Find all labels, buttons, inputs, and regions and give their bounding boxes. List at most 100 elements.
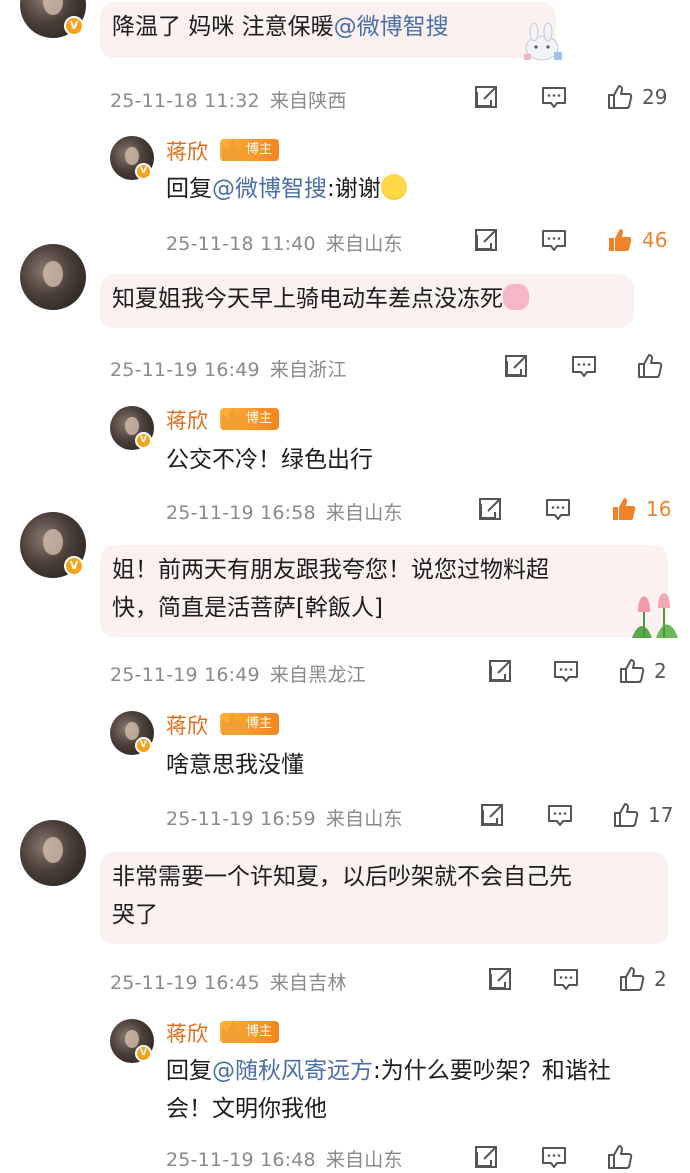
comment-icon [540, 1143, 568, 1171]
mention-link[interactable]: @随秋风寄远方 [212, 1058, 373, 1084]
share-button[interactable] [472, 81, 500, 113]
avatar[interactable] [20, 244, 86, 310]
thumbs-up-icon [618, 965, 646, 993]
comment-icon [544, 495, 572, 523]
comment-button[interactable] [552, 655, 580, 687]
host-badge: 博主 [220, 1020, 280, 1043]
verified-icon: V [135, 737, 152, 754]
comment-icon [546, 801, 574, 829]
share-icon [472, 83, 500, 111]
like-count: 2 [654, 659, 667, 683]
like-count: 29 [642, 85, 668, 109]
reply-author[interactable]: 蒋欣 [166, 710, 208, 740]
crown-icon [222, 712, 244, 735]
comment-button[interactable] [540, 224, 568, 256]
reply-text: 啥意思我没懂 [166, 752, 304, 778]
share-button[interactable] [476, 493, 504, 525]
share-icon [502, 352, 530, 380]
like-button[interactable] [636, 350, 672, 382]
crown-icon [222, 1020, 244, 1043]
share-icon [472, 226, 500, 254]
reply-meta: 25-11-19 16:48 来自山东 [166, 1149, 403, 1171]
timestamp: 25-11-18 11:32 [110, 90, 260, 112]
share-icon [476, 495, 504, 523]
like-button[interactable]: 2 [618, 655, 667, 687]
share-button[interactable] [486, 655, 514, 687]
reply-author[interactable]: 蒋欣 [166, 405, 208, 435]
mention-link[interactable]: @微博智搜 [334, 14, 449, 40]
reply-meta: 25-11-19 16:59 来自山东 [166, 808, 403, 830]
thumbs-up-icon [606, 226, 634, 254]
verified-icon: V [64, 556, 84, 576]
share-button[interactable] [472, 1141, 500, 1173]
comment-text: 降温了 妈咪 注意保暖 [112, 14, 334, 40]
share-icon [472, 1143, 500, 1171]
thumbs-up-icon [636, 352, 664, 380]
thumbs-up-icon [612, 801, 640, 829]
tulip-sticker-icon [632, 593, 678, 638]
location: 来自陕西 [269, 90, 347, 112]
mention-link[interactable]: @微博智搜 [212, 176, 327, 202]
share-button[interactable] [478, 799, 506, 831]
host-badge: 博主 [220, 138, 280, 161]
comment-button[interactable] [540, 1141, 568, 1173]
comment-bubble[interactable]: 降温了 妈咪 注意保暖@微博智搜 [100, 2, 556, 58]
verified-icon: V [135, 163, 152, 180]
comment-button[interactable] [552, 963, 580, 995]
comment-icon [540, 83, 568, 111]
comment-button[interactable] [544, 493, 572, 525]
reply-meta: 25-11-19 16:58 来自山东 [166, 502, 403, 524]
comment-meta: 25-11-18 11:32 来自陕西 [110, 86, 347, 113]
share-button[interactable] [472, 224, 500, 256]
host-badge: 博主 [220, 712, 280, 735]
comment-meta: 25-11-19 16:49 来自浙江 [110, 359, 347, 381]
like-count: 46 [642, 228, 668, 252]
pig-emoji-icon [503, 284, 529, 310]
share-button[interactable] [502, 350, 530, 382]
verified-icon: V [135, 432, 152, 449]
like-count: 2 [654, 967, 667, 991]
comment-bubble[interactable]: 非常需要一个许知夏，以后吵架就不会自己先 哭了 [100, 852, 668, 944]
reply-text: 回复@微博智搜:谢谢 [166, 170, 407, 208]
comment-icon [570, 352, 598, 380]
like-button[interactable]: 16 [610, 493, 671, 525]
like-button[interactable]: 2 [618, 963, 667, 995]
like-button[interactable]: 17 [612, 799, 673, 831]
comment-icon [552, 965, 580, 993]
blush-emoji-icon [380, 174, 407, 200]
comment-icon [540, 226, 568, 254]
verified-icon: V [64, 16, 84, 36]
like-count: 16 [646, 497, 672, 521]
share-button[interactable] [486, 963, 514, 995]
like-button[interactable]: 46 [606, 224, 667, 256]
comment-button[interactable] [546, 799, 574, 831]
comment-text-line-2: 快，简直是活菩萨[幹飯人] [112, 595, 383, 621]
share-icon [478, 801, 506, 829]
avatar[interactable] [20, 820, 86, 886]
crown-icon [222, 138, 244, 161]
comment-button[interactable] [570, 350, 598, 382]
thumbs-up-icon [606, 1143, 634, 1171]
share-icon [486, 965, 514, 993]
share-icon [486, 657, 514, 685]
reply-author[interactable]: 蒋欣 [166, 136, 208, 166]
reply-author[interactable]: 蒋欣 [166, 1018, 208, 1048]
comment-bubble[interactable]: 姐！前两天有朋友跟我夸您！说您过物料超 快，简直是活菩萨[幹飯人] [100, 545, 668, 637]
comment-icon [552, 657, 580, 685]
comment-meta: 25-11-19 16:45 来自吉林 [110, 972, 347, 994]
comment-text-line-1: 姐！前两天有朋友跟我夸您！说您过物料超 [112, 557, 549, 583]
like-button[interactable]: 29 [606, 81, 667, 113]
comment-button[interactable] [540, 81, 568, 113]
thumbs-up-icon [610, 495, 638, 523]
host-badge: 博主 [220, 407, 280, 430]
comment-text-line-2: 哭了 [112, 902, 158, 928]
comment-text-line-1: 非常需要一个许知夏，以后吵架就不会自己先 [112, 864, 572, 890]
crown-icon [222, 407, 244, 430]
thumbs-up-icon [606, 83, 634, 111]
verified-icon: V [135, 1045, 152, 1062]
comment-bubble[interactable]: 知夏姐我今天早上骑电动车差点没冻死 [100, 274, 634, 328]
like-button[interactable] [606, 1141, 642, 1173]
thumbs-up-icon [618, 657, 646, 685]
reply-meta: 25-11-18 11:40 来自山东 [166, 233, 403, 255]
comment-text: 知夏姐我今天早上骑电动车差点没冻死 [112, 286, 503, 312]
